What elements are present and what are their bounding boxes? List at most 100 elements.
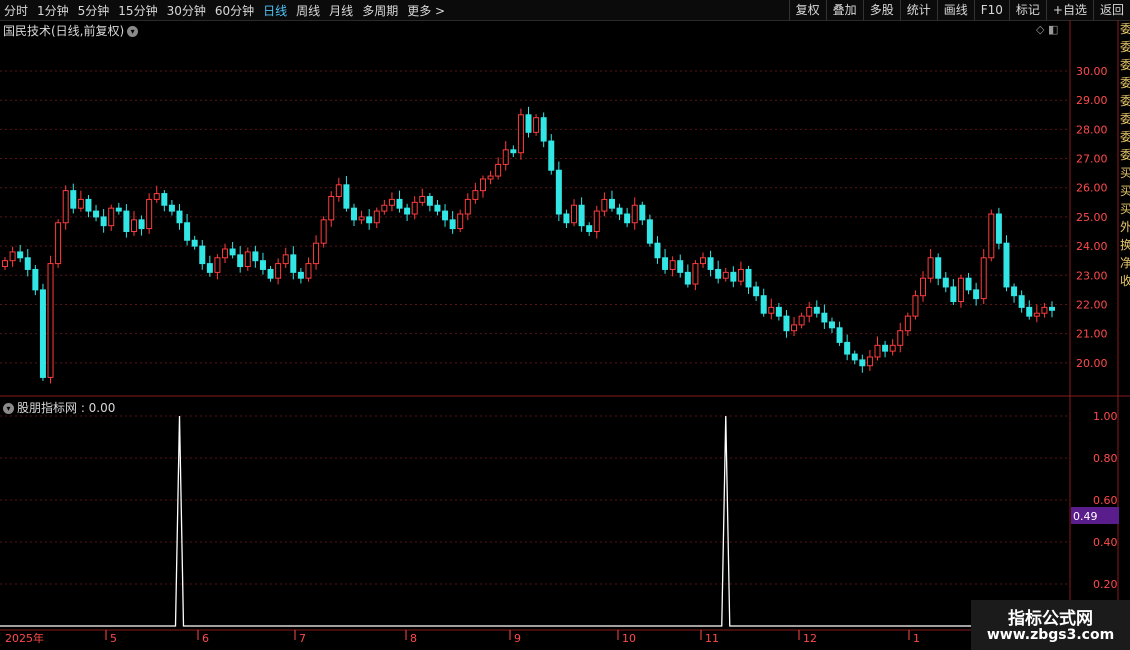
candle-body <box>700 257 706 265</box>
candle-body <box>912 295 919 317</box>
candle-body <box>39 289 46 378</box>
price-axis: 30.00 29.00 28.00 27.00 26.00 25.00 24.00 23.00… <box>1076 65 1108 370</box>
candle-body <box>1026 306 1033 317</box>
candle-body <box>168 204 175 212</box>
candle-body <box>502 149 509 165</box>
price-tick-label: 28.00 <box>1076 123 1108 136</box>
candle-body <box>578 204 585 227</box>
candle-body <box>874 344 881 358</box>
watermark-url: www.zbgs3.com <box>986 627 1115 643</box>
candle-body <box>851 353 858 361</box>
candle-body <box>775 306 782 317</box>
candle-body <box>646 219 653 244</box>
candle-body <box>760 295 767 314</box>
candle-body <box>813 306 820 314</box>
candle-body <box>70 190 77 209</box>
candle-body <box>55 222 62 265</box>
price-tick-label: 25.00 <box>1076 211 1108 224</box>
candle-body <box>267 268 274 279</box>
candle-body <box>783 315 790 332</box>
chevron-down-icon[interactable]: ▾ <box>127 26 139 37</box>
candle-body <box>244 251 251 268</box>
date-tick-label: 12 <box>803 632 817 645</box>
indicator-title: 股朋指标网 : 0.00 <box>17 401 116 415</box>
candle-body <box>669 260 676 270</box>
candle-body <box>396 198 403 209</box>
maximize-icon[interactable]: ◧ <box>1048 23 1058 36</box>
candle-body <box>753 286 760 297</box>
candle-body <box>957 277 964 303</box>
candle-body <box>93 210 100 218</box>
candle-body <box>479 178 486 192</box>
date-tick-label: 9 <box>514 632 521 645</box>
candle-body <box>995 213 1002 244</box>
date-tick-label: 2025年 <box>5 631 44 645</box>
candle-body <box>222 248 229 259</box>
candlestick-series <box>2 106 1055 384</box>
chevron-down-icon[interactable]: ▾ <box>3 403 14 414</box>
candle-body <box>942 277 949 288</box>
indicator-tick-label: 0.20 <box>1093 578 1118 591</box>
candle-body <box>138 219 145 230</box>
candle-body <box>335 184 342 197</box>
indicator-gridlines <box>0 415 1070 585</box>
date-tick-label: 5 <box>110 632 117 645</box>
indicator-tick-label: 0.60 <box>1093 494 1118 507</box>
diamond-icon[interactable]: ◇ <box>1036 23 1044 36</box>
candle-body <box>624 213 631 224</box>
candle-body <box>654 242 661 259</box>
candle-body <box>32 268 39 291</box>
highlight-value-label: 0.49 <box>1073 510 1098 523</box>
candle-body <box>457 213 464 230</box>
candle-body <box>237 254 244 268</box>
candle-body <box>358 216 365 221</box>
candle-body <box>540 117 547 142</box>
candle-body <box>828 321 835 329</box>
candle-body <box>935 257 942 279</box>
candle-body <box>153 193 160 200</box>
candle-body <box>510 149 517 154</box>
candle-body <box>662 257 669 270</box>
price-tick-label: 30.00 <box>1076 65 1108 78</box>
candle-body <box>525 114 532 133</box>
candle-body <box>85 198 92 212</box>
candle-body <box>146 198 153 230</box>
candle-body <box>904 315 911 332</box>
candle-body <box>184 222 191 241</box>
date-tick-label: 7 <box>299 632 306 645</box>
candle-body <box>206 263 213 273</box>
kline-chart[interactable]: 30.00 29.00 28.00 27.00 26.00 25.00 24.00 23.00… <box>0 0 1130 650</box>
candle-body <box>1041 306 1048 314</box>
candle-body <box>24 257 31 270</box>
right-info-text: 委委委委委委委委买买买外换净收 <box>1120 22 1130 288</box>
candle-body <box>517 114 524 154</box>
candle-body <box>419 195 426 203</box>
candle-body <box>1033 312 1040 317</box>
candle-body <box>411 201 418 215</box>
candle-body <box>920 277 927 297</box>
indicator-tick-label: 0.80 <box>1093 452 1118 465</box>
candle-body <box>115 207 122 212</box>
price-tick-label: 23.00 <box>1076 269 1108 282</box>
candle-body <box>533 117 540 133</box>
indicator-series <box>0 415 1070 627</box>
candle-body <box>343 184 350 209</box>
candle-body <box>927 257 934 279</box>
candle-body <box>707 257 714 270</box>
date-tick-label: 6 <box>202 632 209 645</box>
candle-body <box>176 210 183 224</box>
indicator-tick-label: 0.40 <box>1093 536 1118 549</box>
candle-body <box>677 260 684 273</box>
date-tick-label: 10 <box>622 632 636 645</box>
candle-body <box>745 268 752 288</box>
candle-body <box>973 289 980 300</box>
price-tick-label: 22.00 <box>1076 298 1108 311</box>
candle-body <box>47 263 54 378</box>
candle-body <box>768 306 775 314</box>
candle-body <box>737 268 744 282</box>
candle-body <box>548 140 555 171</box>
candle-body <box>722 271 729 279</box>
pane-controls: ◇ ◧ <box>1036 23 1058 36</box>
candle-body <box>259 260 266 270</box>
watermark-logo: 指标公式网 www.zbgs3.com <box>971 600 1130 650</box>
